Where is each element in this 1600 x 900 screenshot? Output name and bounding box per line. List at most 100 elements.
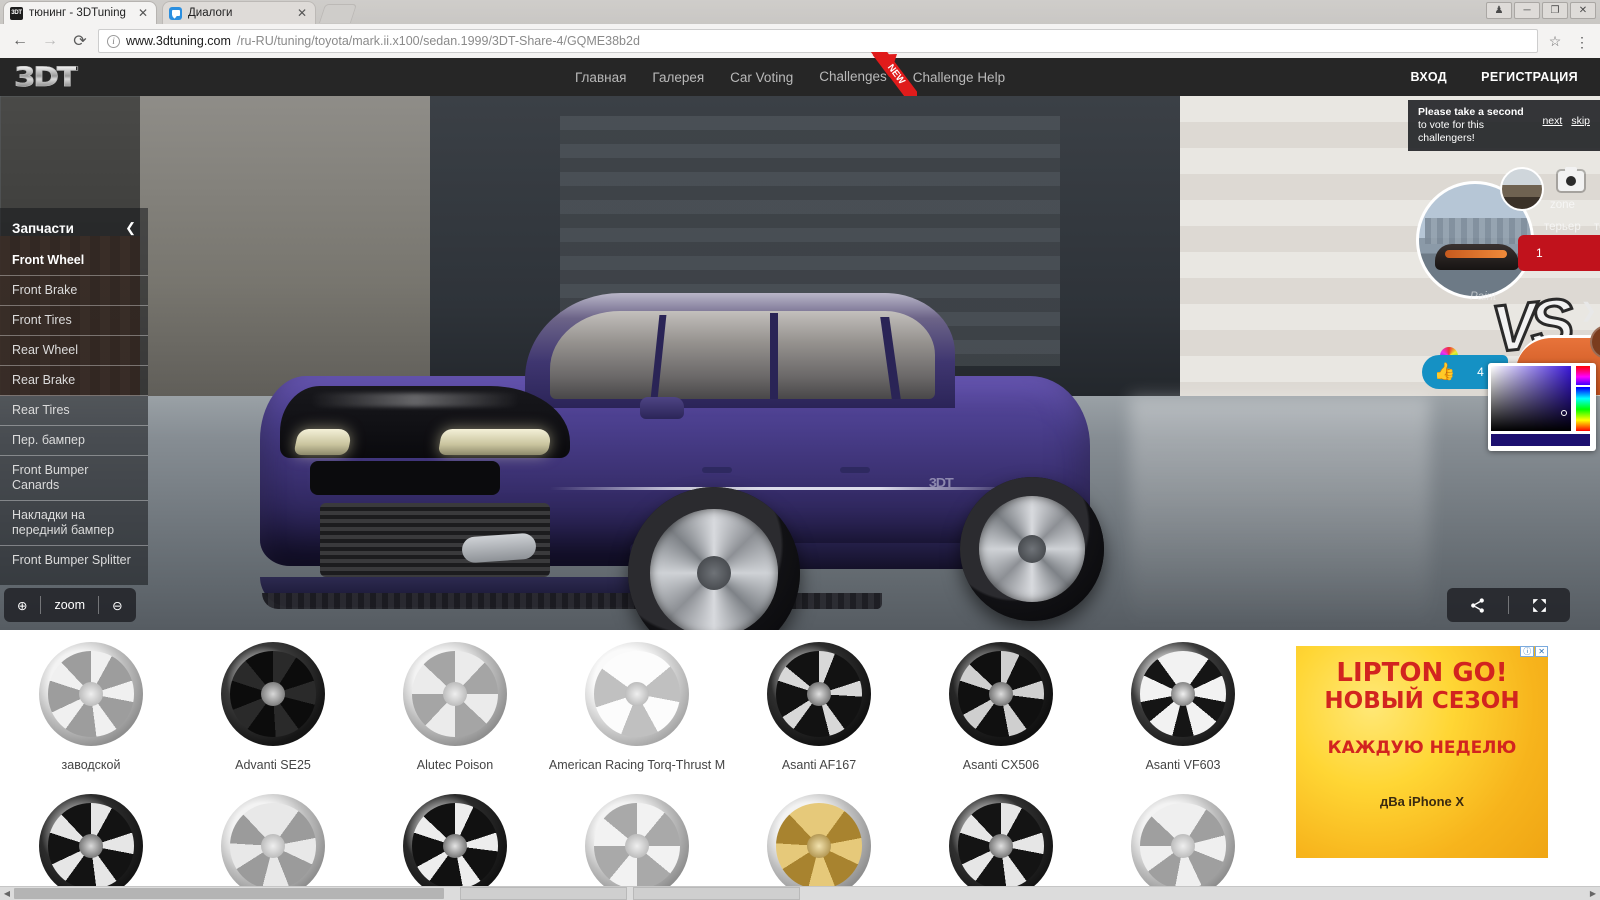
car-viewer-stage[interactable]: 3DT Запчасти ❮ Front Wheel Front Brake F…	[0, 96, 1600, 630]
vote-button-red[interactable]: 1 👍	[1518, 235, 1600, 271]
color-picker[interactable]	[1488, 363, 1596, 451]
zoom-in-icon[interactable]: ⊕	[4, 598, 40, 613]
ad-choices-controls: ⓘ ✕	[1520, 646, 1548, 657]
browser-tab-0[interactable]: 3DT тюнинг - 3DTuning ✕	[4, 2, 156, 24]
scroll-right-icon[interactable]: ▶	[1586, 887, 1600, 900]
color-picker-hue-handle[interactable]	[1574, 385, 1592, 387]
wheel-thumbnail	[1131, 642, 1235, 746]
color-picker-hue-strip[interactable]	[1576, 366, 1590, 431]
wheel-option[interactable]	[0, 782, 182, 892]
part-item-front-tires[interactable]: Front Tires	[0, 306, 148, 336]
part-item-rear-tires[interactable]: Rear Tires	[0, 396, 148, 426]
bookmark-star-icon[interactable]: ☆	[1544, 33, 1566, 50]
vote-overlay: Please take a second to vote for this ch…	[1408, 100, 1600, 437]
wheel-thumbnail	[585, 642, 689, 746]
wheel-option[interactable]	[364, 782, 546, 892]
car-rear-wheel[interactable]	[960, 477, 1104, 621]
camera-icon[interactable]	[1558, 171, 1584, 191]
chevron-right-icon[interactable]: ❯	[1580, 298, 1597, 323]
wheel-option[interactable]	[546, 782, 728, 892]
part-item-rear-wheel[interactable]: Rear Wheel	[0, 336, 148, 366]
part-item-front-bumper[interactable]: Пер. бампер	[0, 426, 148, 456]
wheel-option[interactable]: Asanti AF167	[728, 630, 910, 772]
nav-item-challenges[interactable]: Challenges	[819, 69, 887, 84]
wheel-option[interactable]: Advanti SE25	[182, 630, 364, 772]
browser-menu-icon[interactable]: ⋮	[1572, 38, 1592, 45]
interior-label[interactable]: терьер	[1544, 221, 1581, 233]
part-item-front-wheel[interactable]: Front Wheel	[0, 246, 148, 276]
wheel-thumbnail	[39, 794, 143, 892]
viewer-tools-toolbar	[1447, 588, 1570, 622]
share-icon[interactable]	[1447, 597, 1508, 614]
scroll-left-icon[interactable]: ◀	[0, 887, 14, 900]
wheel-option[interactable]: Alutec Poison	[364, 630, 546, 772]
maximize-icon[interactable]: ❐	[1542, 2, 1568, 19]
wheel-option[interactable]: American Racing Torq-Thrust M	[546, 630, 728, 772]
parts-sidebar-header: Запчасти ❮	[0, 216, 148, 246]
register-link[interactable]: РЕГИСТРАЦИЯ	[1481, 70, 1578, 84]
wheel-option[interactable]: Asanti CX506	[910, 630, 1092, 772]
part-item-front-bumper-canards[interactable]: Front Bumper Canards	[0, 456, 148, 501]
zoom-out-icon[interactable]: ⊖	[99, 598, 135, 613]
wheel-option[interactable]	[1092, 782, 1274, 892]
wheel-option[interactable]	[728, 782, 910, 892]
part-item-front-bumper-overlays[interactable]: Накладки на передний бампер	[0, 501, 148, 546]
wheel-thumbnail	[403, 642, 507, 746]
wheel-label: American Racing Torq-Thrust M	[549, 758, 725, 772]
tab-title: тюнинг - 3DTuning	[29, 7, 130, 19]
nav-item-car-voting[interactable]: Car Voting	[730, 70, 793, 85]
user-icon[interactable]: ♟	[1486, 2, 1512, 19]
photo-supercar	[1435, 244, 1519, 270]
background-floor-reflection	[1130, 396, 1430, 630]
site-info-icon[interactable]: i	[107, 35, 120, 48]
wheel-option[interactable]	[910, 782, 1092, 892]
vote-prompt-actions: next skip	[1542, 106, 1590, 127]
taskbar-button[interactable]	[633, 887, 800, 900]
wheel-option[interactable]: заводской	[0, 630, 182, 772]
skip-link[interactable]: skip	[1571, 115, 1590, 127]
chevron-left-icon[interactable]: ❮	[125, 220, 136, 236]
horizontal-scrollbar[interactable]: ◀ ▶	[0, 886, 1600, 900]
color-picker-cursor[interactable]	[1561, 410, 1567, 416]
zoom-label[interactable]: zoom	[41, 598, 98, 612]
part-item-rear-brake[interactable]: Rear Brake	[0, 366, 148, 396]
scrollbar-thumb[interactable]	[14, 888, 444, 899]
login-link[interactable]: ВХОД	[1410, 70, 1447, 84]
challenger-card: zone терьер терьер Paint 1 👍 VS L 👍 4	[1408, 157, 1600, 437]
reload-button[interactable]: ⟳	[68, 29, 92, 53]
address-bar[interactable]: i www.3dtuning.com/ru-RU/tuning/toyota/m…	[98, 29, 1538, 53]
close-icon[interactable]: ✕	[136, 7, 150, 19]
part-item-front-brake[interactable]: Front Brake	[0, 276, 148, 306]
nav-item-gallery[interactable]: Галерея	[652, 70, 704, 85]
wheel-option[interactable]	[182, 782, 364, 892]
ad-close-icon[interactable]: ✕	[1535, 646, 1548, 657]
close-icon[interactable]: ✕	[295, 7, 309, 19]
site-logo[interactable]: 3DT	[14, 62, 76, 93]
new-tab-button[interactable]	[319, 4, 357, 23]
forward-button[interactable]: →	[38, 29, 62, 53]
browser-tab-1[interactable]: Диалоги ✕	[163, 2, 315, 24]
car-model[interactable]: 3DT	[250, 281, 1100, 630]
3dt-icon: 3DT	[10, 7, 23, 20]
taskbar-button[interactable]	[460, 887, 627, 900]
nav-item-challenge-help[interactable]: Challenge Help	[913, 70, 1005, 85]
vote-count-red: 1	[1518, 246, 1543, 260]
wheel-option[interactable]: Asanti VF603	[1092, 630, 1274, 772]
wheel-label: Alutec Poison	[417, 758, 493, 772]
nav-item-home[interactable]: Главная	[575, 70, 626, 85]
back-button[interactable]: ←	[8, 29, 32, 53]
challenger-thumbnail-badge[interactable]	[1500, 167, 1544, 211]
close-icon[interactable]: ✕	[1570, 2, 1596, 19]
fullscreen-icon[interactable]	[1509, 597, 1570, 614]
browser-toolbar: ← → ⟳ i www.3dtuning.com/ru-RU/tuning/to…	[0, 24, 1600, 58]
part-item-front-bumper-splitter[interactable]: Front Bumper Splitter	[0, 546, 148, 575]
color-picker-saturation-field[interactable]	[1491, 366, 1571, 431]
car-door-handle	[702, 467, 732, 473]
advertisement-banner[interactable]: ⓘ ✕ LIPTON GO! НОВЫЙ СЕЗОН КАЖДУЮ НЕДЕЛЮ…	[1296, 646, 1548, 858]
photo-skyline	[1425, 218, 1531, 244]
ad-info-icon[interactable]: ⓘ	[1520, 646, 1534, 657]
minimize-icon[interactable]: ─	[1514, 2, 1540, 19]
next-link[interactable]: next	[1542, 115, 1562, 127]
exterior-label[interactable]: терьер	[1594, 221, 1600, 233]
wheel-thumbnail	[949, 642, 1053, 746]
